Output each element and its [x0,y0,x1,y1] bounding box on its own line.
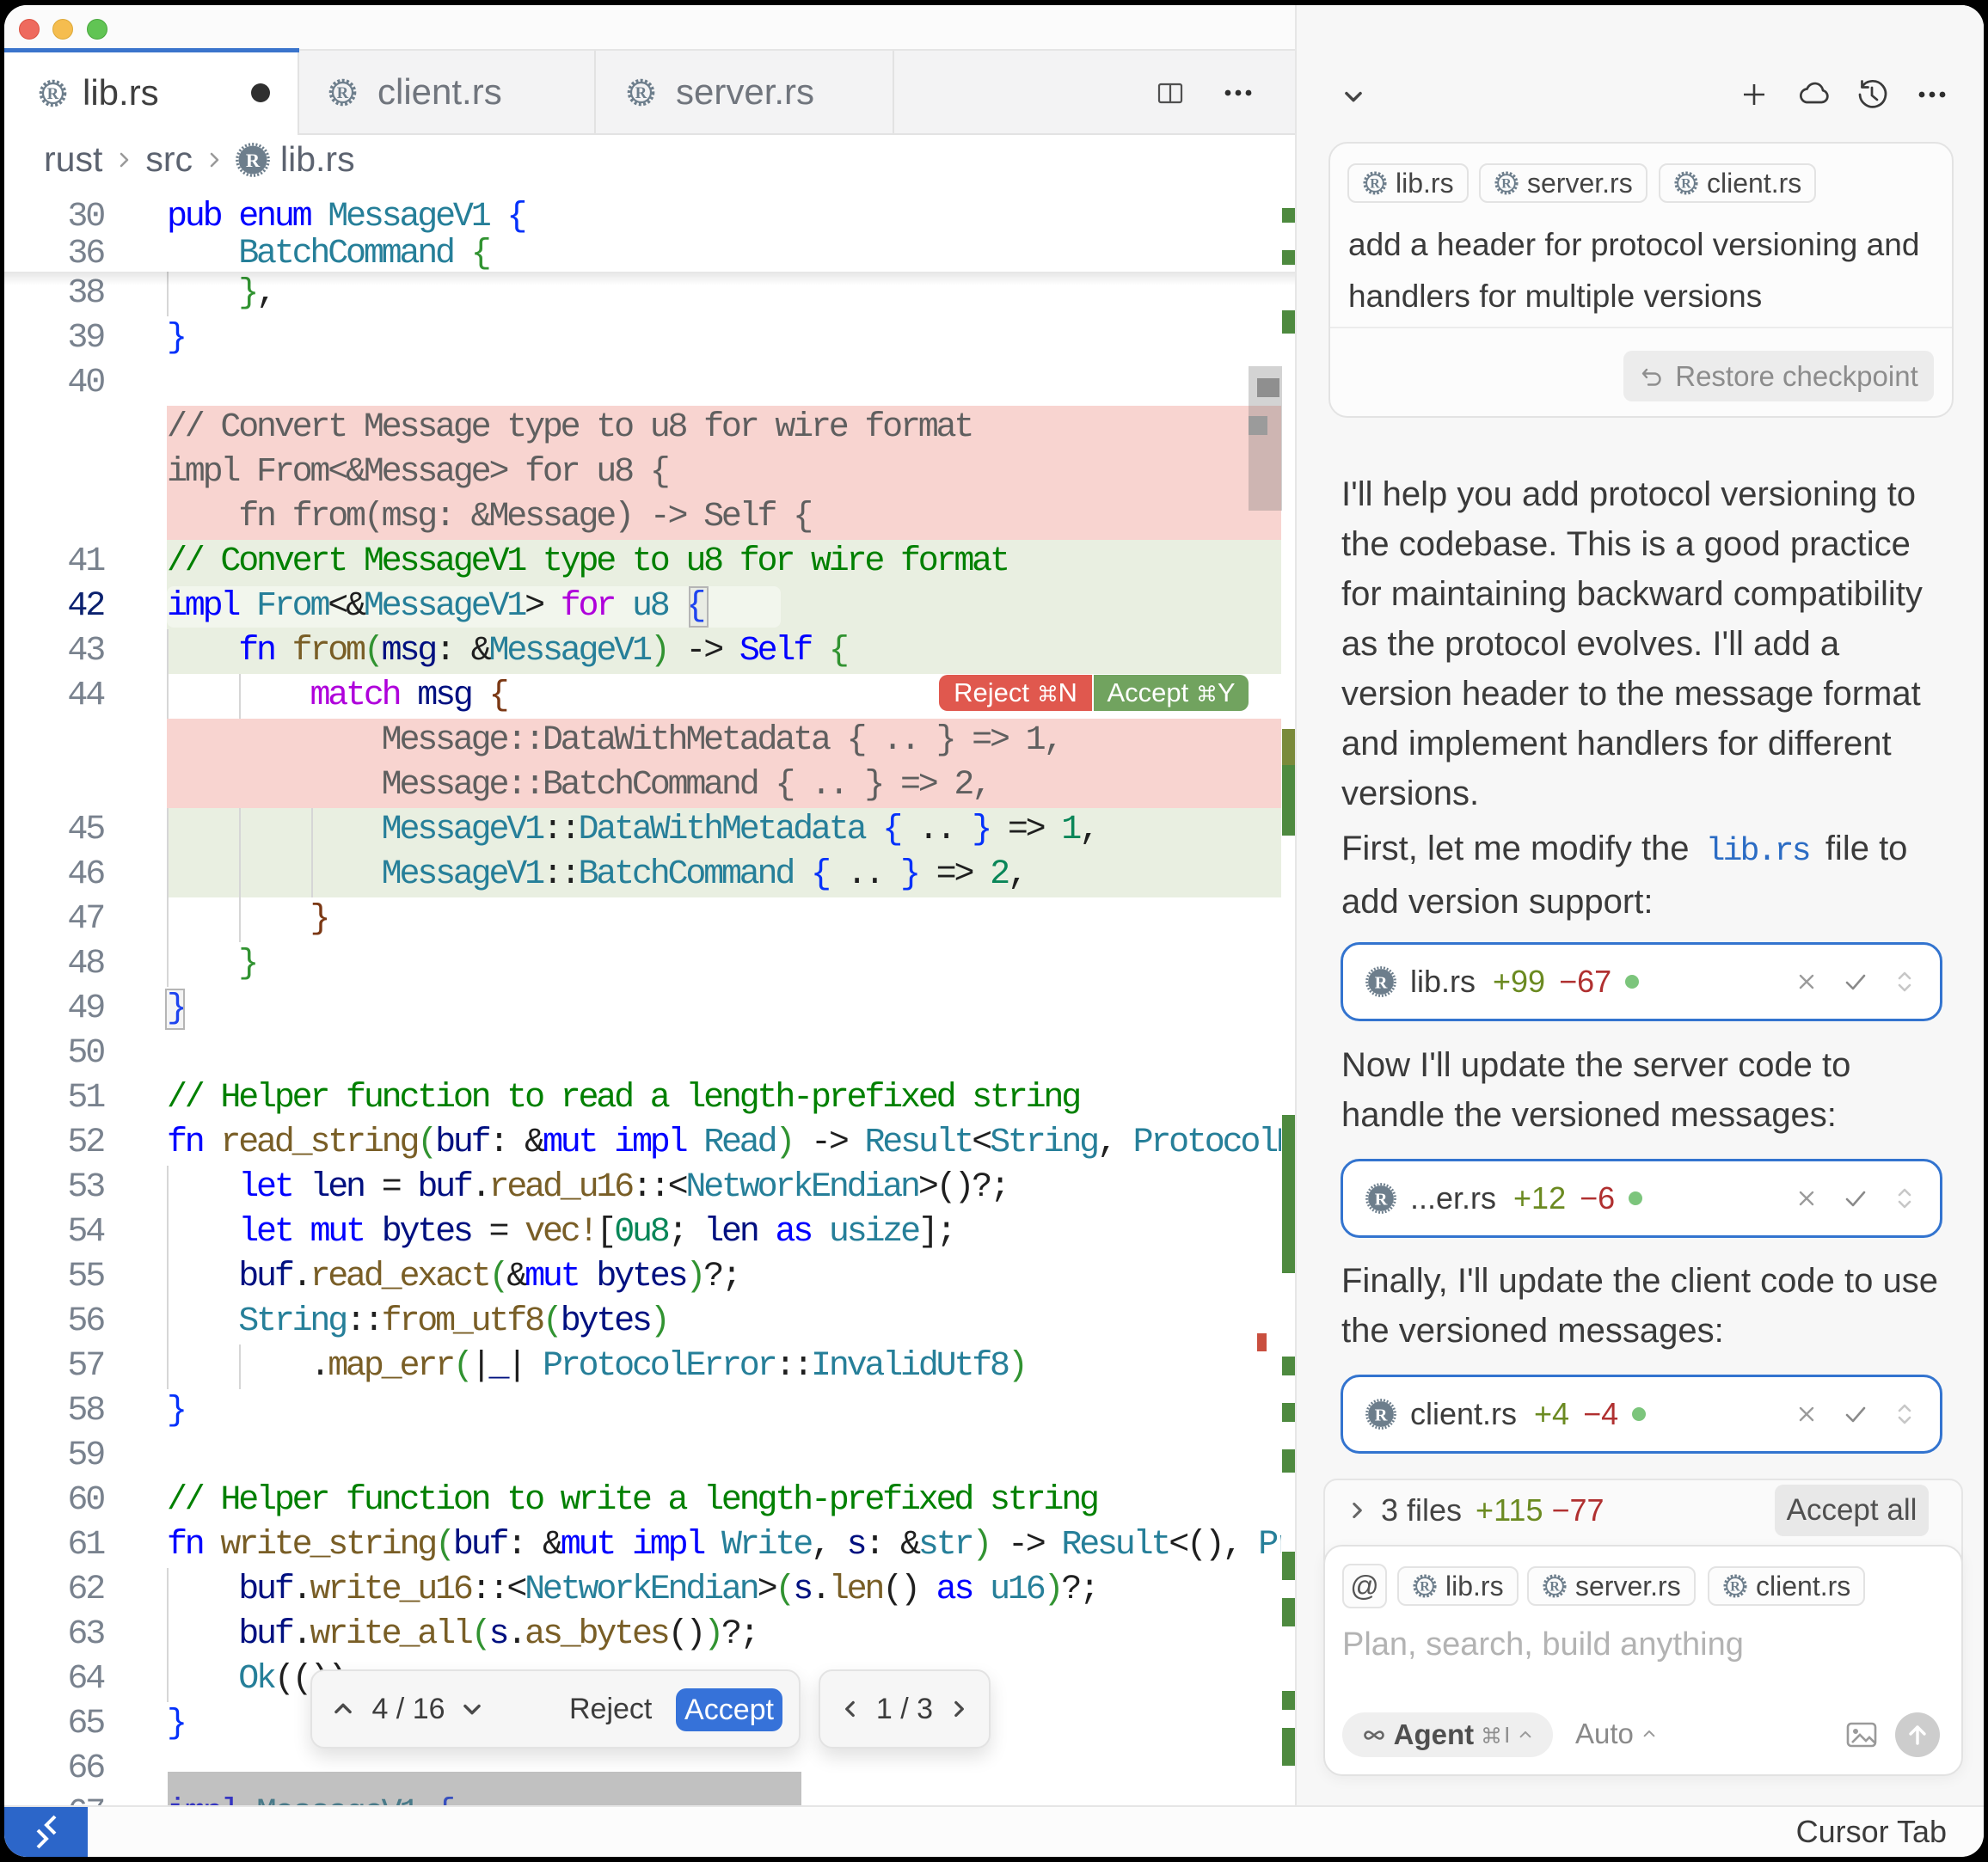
svg-text:R: R [1370,177,1380,192]
svg-text:R: R [1375,1190,1388,1209]
svg-text:R: R [1501,177,1512,192]
svg-text:R: R [635,84,647,102]
svg-text:R: R [246,150,261,171]
svg-text:R: R [1681,177,1691,192]
svg-text:R: R [337,84,349,102]
svg-text:R: R [1420,1580,1430,1595]
svg-text:R: R [1375,973,1388,992]
svg-text:R: R [1375,1406,1388,1424]
svg-text:R: R [1549,1580,1560,1595]
svg-text:R: R [1730,1580,1740,1595]
svg-text:R: R [47,85,59,103]
